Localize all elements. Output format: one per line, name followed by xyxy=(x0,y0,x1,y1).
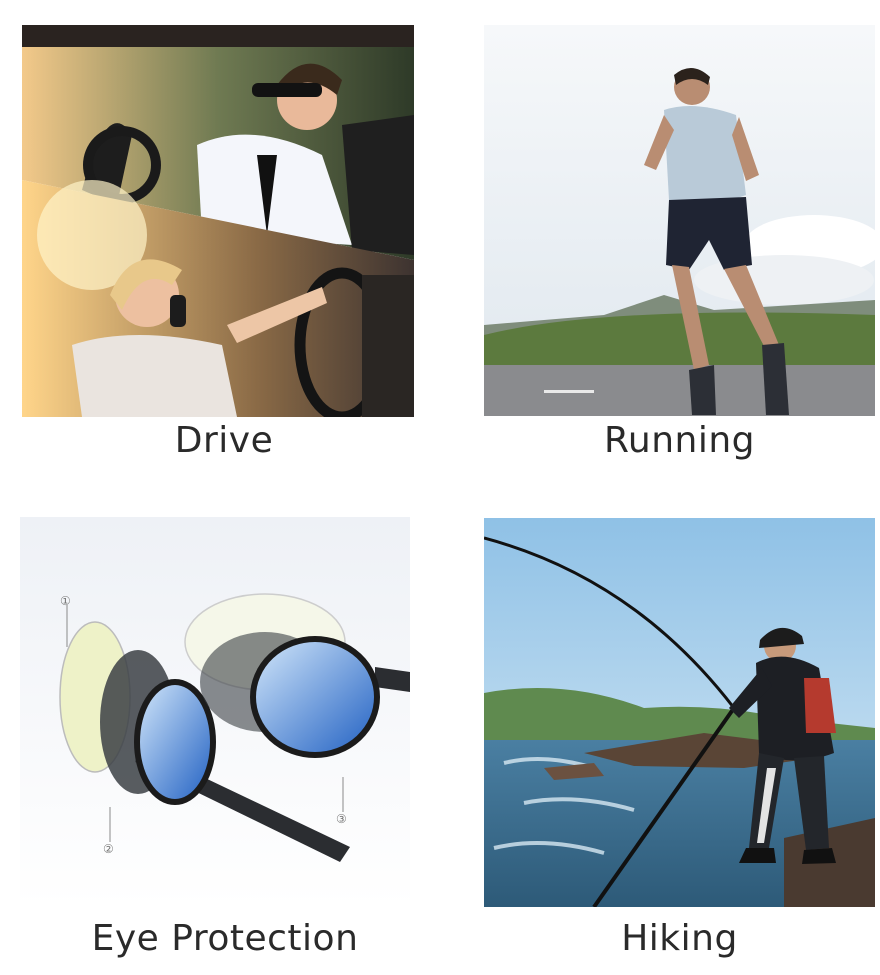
lens-marker-2: ② xyxy=(103,842,114,856)
lens-marker-3: ③ xyxy=(336,812,347,826)
eye-protection-caption: Eye Protection xyxy=(91,918,359,959)
running-photo xyxy=(484,25,875,416)
lens-marker-1: ① xyxy=(60,594,71,608)
drive-photo xyxy=(22,25,414,417)
hiking-photo xyxy=(484,518,875,907)
drive-caption: Drive xyxy=(174,420,274,461)
running-caption: Running xyxy=(603,420,755,461)
eye-protection-photo: ① ② ③ xyxy=(20,517,410,907)
hiking-caption: Hiking xyxy=(621,918,738,959)
